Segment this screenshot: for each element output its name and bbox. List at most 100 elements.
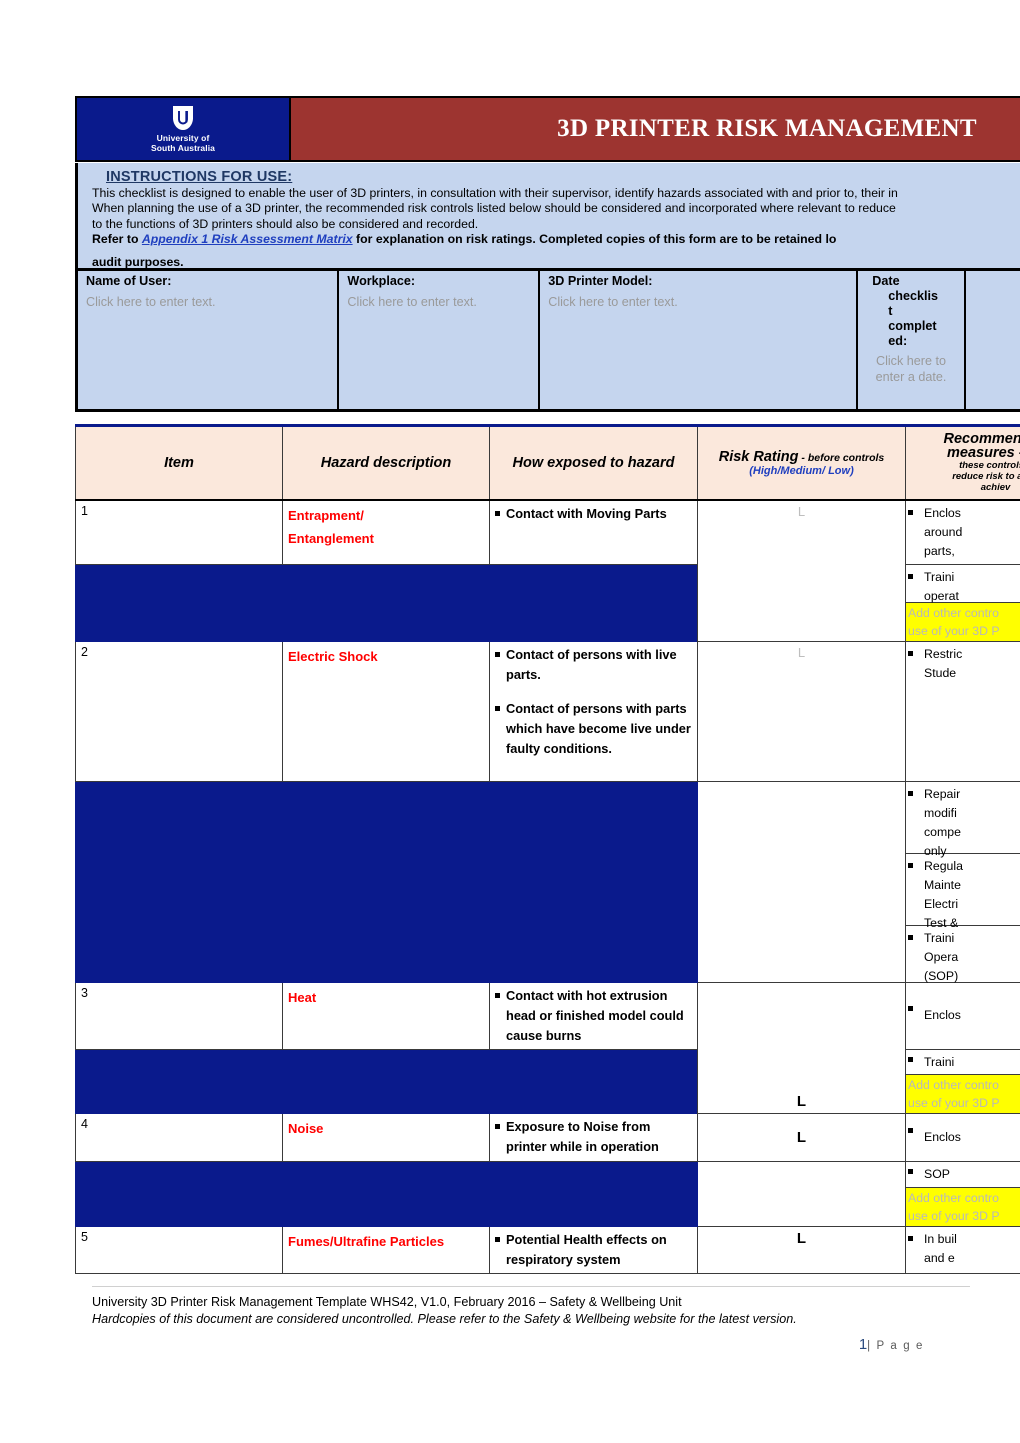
risk-rating-main-label: Risk Rating [718, 448, 799, 465]
column-header-item: Item [75, 424, 283, 501]
instructions-line-2: When planning the use of a 3D printer, t… [92, 201, 896, 216]
date-completed-input[interactable]: Click here to enter a date. [864, 353, 957, 385]
date-label-line-1: Date [872, 274, 900, 288]
page-title: 3D PRINTER RISK MANAGEMENT [557, 115, 977, 142]
row-1-control-1: Enclos around parts, [905, 499, 1020, 565]
table-row: 2 Electric Shock Contact of persons with… [75, 640, 1020, 782]
bullet-icon [908, 1127, 924, 1147]
rec-head-line-2: measures - [947, 445, 1020, 462]
date-completed-cell: Date checklis t complet ed: Click here t… [858, 271, 966, 409]
bullet-icon [908, 568, 924, 606]
date-label-line-5: ed: [888, 334, 908, 348]
instructions-heading: INSTRUCTIONS FOR USE: [106, 169, 293, 185]
bullet-icon [908, 504, 924, 561]
row-1-hazard-line-1: Entrapment/ [288, 507, 364, 523]
logo-line-1: University of [156, 133, 210, 143]
instructions-refer-suffix: for explanation on risk ratings. Complet… [352, 232, 837, 247]
row-2-risk-value: L [797, 644, 806, 660]
row-2-control-3-l2: Mainte [924, 877, 961, 892]
row-1-control-1-l1: Enclos [924, 505, 961, 520]
table-row: 3 Heat Contact with hot extrusion head o… [75, 981, 1020, 1114]
printer-model-input[interactable]: Click here to enter text. [548, 294, 850, 310]
footer-line-2: Hardcopies of this document are consider… [92, 1312, 797, 1326]
row-2-spacer-hazard [282, 780, 490, 983]
column-header-hazard-description: Hazard description [282, 424, 490, 501]
identification-fields-row: Name of User: Click here to enter text. … [75, 271, 1020, 412]
row-1-item-number: 1 [75, 499, 283, 565]
university-logo-cell: University of South Australia [77, 98, 291, 160]
risk-management-table: Item Hazard description How exposed to h… [75, 424, 1020, 1274]
row-5-exposure: Potential Health effects on respiratory … [489, 1225, 698, 1274]
row-2-risk-rating: L [697, 640, 906, 782]
name-of-user-cell: Name of User: Click here to enter text. [78, 271, 340, 409]
table-row: 5 Fumes/Ultrafine Particles Potential He… [75, 1225, 1020, 1274]
row-2-control-2-text: Repair modifi compe only [924, 785, 1020, 861]
row-4-item-number: 4 [75, 1112, 283, 1162]
row-3-exposure-item: Contact with hot extrusion head or finis… [495, 986, 692, 1046]
row-4-exposure-item: Exposure to Noise from printer while in … [495, 1117, 692, 1157]
page-number-block: 1| P a g e [92, 1336, 972, 1354]
identification-spare-cell [966, 271, 1020, 409]
instructions-line-4: Refer to Appendix 1 Risk Assessment Matr… [92, 232, 1020, 247]
instructions-line-5: audit purposes. [92, 254, 184, 269]
appendix-1-risk-matrix-link[interactable]: Appendix 1 Risk Assessment Matrix [142, 232, 353, 246]
row-4-control-1-text: Enclos [924, 1129, 961, 1144]
row-4-add-other-l2: use of your 3D P [908, 1208, 1000, 1223]
row-1-control-2-l2: operat [924, 588, 959, 603]
row-2-control-2-l2: modifi [924, 805, 957, 820]
printer-model-cell: 3D Printer Model: Click here to enter te… [540, 271, 859, 409]
row-2-control-4-l2: Opera [924, 949, 959, 964]
bullet-icon [908, 1006, 924, 1025]
row-2-control-2-l1: Repair [924, 786, 961, 801]
row-5-control-1-l1: In buil [924, 1231, 957, 1246]
row-2-control-1-text: Restric Stude [924, 645, 1020, 683]
row-4-risk-value: L [796, 1128, 807, 1146]
instructions-refer-prefix: Refer to [92, 232, 142, 247]
row-2-hazard: Electric Shock [282, 640, 490, 782]
table-row: 1 Entrapment/ Entanglement Contact with … [75, 499, 1020, 642]
row-3-add-other-controls[interactable]: Add other contro use of your 3D P [906, 1074, 1020, 1113]
row-2-control-1: Restric Stude [905, 640, 1020, 782]
row-5-control-1-text: In buil and e [924, 1230, 1020, 1268]
date-completed-label: Date checklis t complet ed: [864, 274, 957, 349]
rec-head-line-4: reduce risk to as lo [952, 471, 1020, 483]
row-2-control-1-l1: Restric [924, 646, 963, 661]
bullet-icon [908, 785, 924, 861]
name-of-user-input[interactable]: Click here to enter text. [86, 294, 331, 310]
row-1-add-other-l2: use of your 3D P [908, 623, 1000, 638]
row-1-add-other-l1: Add other contro [908, 605, 999, 620]
row-5-control-1-l2: and e [924, 1250, 955, 1265]
workplace-input[interactable]: Click here to enter text. [347, 294, 532, 310]
row-2-exposure-item: Contact of persons with live parts. [495, 645, 692, 685]
row-2-risk-continued [697, 780, 906, 983]
row-1-control-1-l3: parts, [924, 543, 955, 558]
row-2-exposure-item: Contact of persons with parts which have… [495, 699, 692, 759]
row-1-hazard-line-2: Entanglement [288, 530, 374, 546]
document-footer: University 3D Printer Risk Management Te… [92, 1286, 972, 1354]
bullet-icon [908, 1053, 924, 1072]
rec-head-line-5: achiev [980, 482, 1011, 494]
table-header-row: Item Hazard description How exposed to h… [75, 424, 1020, 501]
row-1-exposure-item: Contact with Moving Parts [495, 504, 692, 524]
row-3-spacer-exposure [489, 1048, 698, 1114]
row-3-risk-rating: L [697, 981, 906, 1114]
risk-rating-sub-label: - before controls [798, 451, 885, 464]
row-1-spacer-item [75, 563, 283, 642]
row-1-control-2-text: Traini operat [924, 568, 1020, 606]
row-1-add-other-controls[interactable]: Add other contro use of your 3D P [906, 602, 1020, 641]
row-2-control-2-l3: compe [924, 824, 961, 839]
date-label-line-3: t [888, 304, 893, 318]
workplace-label: Workplace: [347, 274, 416, 288]
row-1-hazard: Entrapment/ Entanglement [282, 499, 490, 565]
row-3-control-2-text: Traini [924, 1054, 955, 1069]
row-2-control-3-l4: Test & [924, 915, 959, 930]
document-title-banner: 3D PRINTER RISK MANAGEMENT [291, 98, 1020, 160]
instructions-line-3: to the functions of 3D printers should a… [92, 216, 479, 231]
row-2-control-3-l1: Regula [924, 858, 963, 873]
page-label: | P a g e [867, 1340, 924, 1352]
row-4-add-other-controls[interactable]: Add other contro use of your 3D P [906, 1187, 1020, 1226]
row-3-item-number: 3 [75, 981, 283, 1050]
date-label-line-2: checklis [888, 289, 938, 303]
row-5-hazard: Fumes/Ultrafine Particles [282, 1225, 490, 1274]
row-4-exposure: Exposure to Noise from printer while in … [489, 1112, 698, 1162]
